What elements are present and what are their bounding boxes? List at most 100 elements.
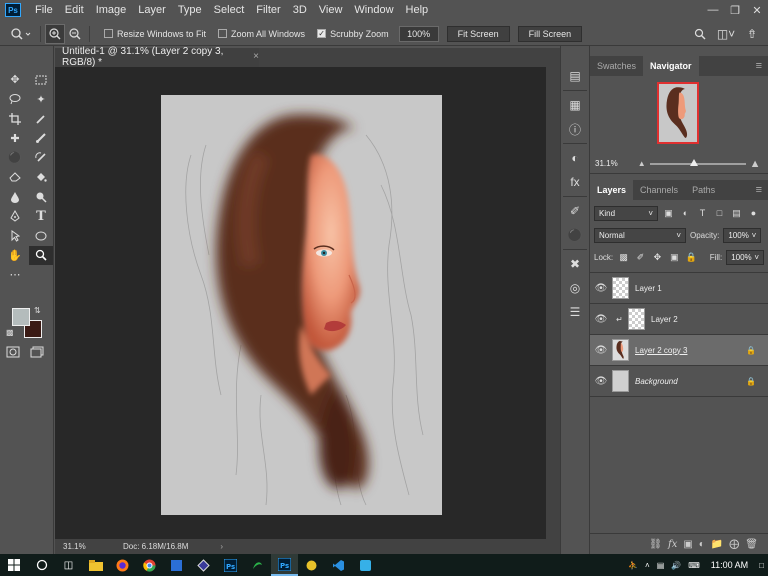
- tab-swatches[interactable]: Swatches: [590, 56, 643, 76]
- zoom-tool-icon[interactable]: [29, 245, 53, 265]
- photoshop-taskbar-icon[interactable]: Ps: [217, 554, 244, 576]
- dodge-tool-icon[interactable]: [29, 187, 53, 207]
- layer-row-selected[interactable]: 👁 Layer 2 copy 3 🔒: [590, 335, 768, 366]
- tab-paths[interactable]: Paths: [685, 180, 722, 200]
- zoom-in-icon[interactable]: [45, 23, 65, 44]
- magic-wand-tool-icon[interactable]: ✦: [29, 90, 53, 110]
- resize-windows-checkbox[interactable]: Resize Windows to Fit: [104, 29, 206, 39]
- chrome-icon[interactable]: [136, 554, 163, 576]
- zoom-out-icon[interactable]: [65, 24, 85, 44]
- visibility-eye-icon[interactable]: 👁: [590, 376, 612, 387]
- canvas-area[interactable]: [55, 67, 546, 539]
- layer-name[interactable]: Layer 2 copy 3: [635, 346, 687, 355]
- checkbox-box[interactable]: [104, 29, 113, 38]
- tab-navigator[interactable]: Navigator: [643, 56, 699, 76]
- close-icon[interactable]: ✕: [746, 0, 768, 20]
- libraries-panel-icon[interactable]: ◎: [561, 276, 589, 300]
- document-canvas[interactable]: [161, 95, 442, 515]
- visibility-eye-icon[interactable]: 👁: [590, 345, 612, 356]
- navigator-zoom-value[interactable]: 31.1%: [595, 159, 618, 168]
- hand-tool-icon[interactable]: ✋: [3, 246, 27, 266]
- layer-thumbnail[interactable]: [628, 308, 645, 330]
- filter-pixel-icon[interactable]: ▣: [662, 207, 675, 220]
- network-icon[interactable]: ▤: [657, 561, 665, 570]
- menu-type[interactable]: Type: [172, 4, 208, 16]
- zoom-out-mountain-icon[interactable]: ▲: [638, 159, 646, 168]
- history-brush-tool-icon[interactable]: [29, 148, 53, 168]
- scrubby-zoom-checkbox[interactable]: ✓ Scrubby Zoom: [317, 29, 389, 39]
- add-mask-icon[interactable]: ▣: [683, 539, 692, 550]
- delete-layer-icon[interactable]: 🗑: [745, 539, 758, 550]
- tab-channels[interactable]: Channels: [633, 180, 685, 200]
- menu-edit[interactable]: Edit: [59, 4, 90, 16]
- lock-all-icon[interactable]: 🔒: [685, 251, 698, 264]
- tool-presets-panel-icon[interactable]: ✖: [561, 252, 589, 276]
- opacity-field[interactable]: 100% ˅: [723, 227, 762, 243]
- fit-screen-button[interactable]: Fit Screen: [446, 25, 510, 42]
- navigator-preview[interactable]: [590, 76, 768, 154]
- history-panel-icon[interactable]: ▤: [561, 64, 589, 88]
- lock-transparent-icon[interactable]: ▩: [617, 251, 630, 264]
- menu-image[interactable]: Image: [90, 4, 133, 16]
- firefox-icon[interactable]: [109, 554, 136, 576]
- tab-layers[interactable]: Layers: [590, 180, 634, 200]
- paint-bucket-tool-icon[interactable]: [29, 168, 53, 188]
- adjustments-panel-icon[interactable]: ◐: [561, 146, 589, 170]
- share-icon[interactable]: ⇮: [742, 24, 762, 44]
- rectangle-tool-icon[interactable]: [29, 226, 53, 246]
- eraser-tool-icon[interactable]: [3, 168, 27, 188]
- layer-name[interactable]: Layer 1: [635, 284, 662, 293]
- zoom-value-field[interactable]: 100%: [398, 25, 439, 42]
- status-menu-arrow[interactable]: ›: [220, 542, 223, 551]
- clone-stamp-tool-icon[interactable]: ⚫: [3, 148, 27, 168]
- file-explorer-icon[interactable]: [82, 554, 109, 576]
- zoom-all-windows-checkbox[interactable]: Zoom All Windows: [218, 29, 305, 39]
- navigator-zoom-slider[interactable]: ▲ ▲: [638, 158, 761, 170]
- filter-shape-icon[interactable]: □: [713, 207, 726, 220]
- app-icon-1[interactable]: [163, 554, 190, 576]
- brush-tool-icon[interactable]: [29, 129, 53, 149]
- menu-layer[interactable]: Layer: [132, 4, 172, 16]
- document-tab[interactable]: Untitled-1 @ 31.1% (Layer 2 copy 3, RGB/…: [55, 46, 259, 68]
- panel-menu-icon[interactable]: ≡: [756, 56, 768, 76]
- photoshop-active-taskbar-icon[interactable]: Ps: [271, 554, 298, 576]
- panel-menu-icon[interactable]: ≡: [756, 180, 768, 200]
- healing-brush-tool-icon[interactable]: ✚: [3, 129, 27, 149]
- people-icon[interactable]: ⛹: [628, 561, 638, 570]
- restore-icon[interactable]: ❐: [724, 0, 746, 20]
- photoshop-logo[interactable]: Ps: [5, 3, 21, 17]
- properties-panel-icon[interactable]: ▦: [561, 93, 589, 117]
- layer-thumbnail[interactable]: [612, 370, 629, 392]
- clone-source-panel-icon[interactable]: ⚫: [561, 223, 589, 247]
- layer-row[interactable]: 👁 ↵ Layer 2: [590, 304, 768, 335]
- task-view-icon[interactable]: ◫: [55, 554, 82, 576]
- swap-colors-icon[interactable]: ⇅: [34, 306, 41, 315]
- info-panel-icon[interactable]: ⓘ: [561, 117, 589, 141]
- layer-style-icon[interactable]: fx: [668, 539, 677, 550]
- windows-start-icon[interactable]: [0, 554, 28, 576]
- filter-kind-dropdown[interactable]: Kind ˅: [594, 205, 658, 221]
- workspace-icon[interactable]: ◫˅: [716, 24, 736, 44]
- lock-artboard-icon[interactable]: ▣: [668, 251, 681, 264]
- menu-help[interactable]: Help: [400, 4, 435, 16]
- fill-screen-button[interactable]: Fill Screen: [517, 25, 583, 42]
- menu-filter[interactable]: Filter: [250, 4, 286, 16]
- filter-adjustment-icon[interactable]: ◐: [679, 207, 692, 220]
- path-selection-tool-icon[interactable]: [3, 226, 27, 246]
- default-colors-icon[interactable]: ▩: [6, 328, 14, 337]
- menu-3d[interactable]: 3D: [287, 4, 313, 16]
- foreground-color-swatch[interactable]: [12, 308, 30, 326]
- navigator-view-box[interactable]: [657, 82, 699, 144]
- type-tool-icon[interactable]: T: [29, 207, 53, 227]
- menu-select[interactable]: Select: [208, 4, 251, 16]
- layer-name[interactable]: Layer 2: [651, 315, 678, 324]
- layer-thumbnail[interactable]: [612, 339, 629, 361]
- menu-view[interactable]: View: [313, 4, 349, 16]
- notifications-icon[interactable]: □: [759, 561, 764, 570]
- visibility-eye-icon[interactable]: 👁: [590, 314, 612, 325]
- fill-field[interactable]: 100% ˅: [726, 249, 765, 265]
- brush-settings-panel-icon[interactable]: ✐: [561, 199, 589, 223]
- vertical-scrollbar[interactable]: [546, 67, 560, 539]
- eyedropper-tool-icon[interactable]: [29, 109, 53, 129]
- crop-tool-icon[interactable]: [3, 109, 27, 129]
